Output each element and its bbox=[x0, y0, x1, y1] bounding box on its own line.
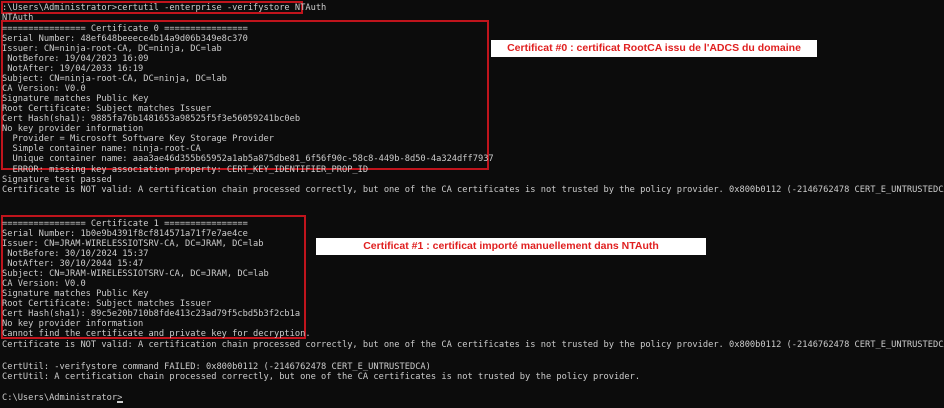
cert1-not-after: NotAfter: 30/10/2044 15:47 bbox=[2, 259, 144, 269]
cert1-root-status: Root Certificate: Subject matches Issuer bbox=[2, 299, 212, 309]
certutil-failed-message: CertUtil: -verifystore command FAILED: 0… bbox=[2, 362, 431, 372]
cert0-unique-container: Unique container name: aaa3ae46d355b6595… bbox=[2, 154, 494, 164]
cert1-key-provider-info: No key provider information bbox=[2, 319, 144, 329]
annotation-certificate-1: Certificat #1 : certificat importé manue… bbox=[316, 238, 706, 255]
cert1-signature-status: Signature matches Public Key bbox=[2, 289, 149, 299]
cert0-subject: Subject: CN=ninja-root-CA, DC=ninja, DC=… bbox=[2, 74, 227, 84]
command-line: :\Users\Administrator>certutil -enterpri… bbox=[2, 3, 327, 13]
certificate-1-header: ================ Certificate 1 =========… bbox=[2, 219, 248, 229]
certutil-chain-message: CertUtil: A certification chain processe… bbox=[2, 372, 641, 382]
terminal-window[interactable]: :\Users\Administrator>certutil -enterpri… bbox=[0, 0, 944, 408]
annotation-certificate-0: Certificat #0 : certificat RootCA issu d… bbox=[491, 40, 817, 57]
text-cursor bbox=[117, 401, 123, 403]
certificate-0-header: ================ Certificate 0 =========… bbox=[2, 24, 248, 34]
cert0-ca-version: CA Version: V0.0 bbox=[2, 84, 86, 94]
cert1-validity-status: Certificate is NOT valid: A certificatio… bbox=[2, 340, 944, 350]
cert1-hash: Cert Hash(sha1): 89c5e20b710b8fde413c23a… bbox=[2, 309, 301, 319]
command-prompt[interactable]: C:\Users\Administrator> bbox=[2, 393, 122, 403]
cert0-issuer: Issuer: CN=ninja-root-CA, DC=ninja, DC=l… bbox=[2, 44, 222, 54]
cert1-issuer: Issuer: CN=JRAM-WIRELESSIOTSRV-CA, DC=JR… bbox=[2, 239, 264, 249]
cert0-key-error: ERROR: missing key association property:… bbox=[2, 165, 369, 175]
cert0-provider: Provider = Microsoft Software Key Storag… bbox=[2, 134, 274, 144]
cert1-decryption-error: Cannot find the certificate and private … bbox=[2, 329, 311, 339]
cert0-key-provider-info: No key provider information bbox=[2, 124, 144, 134]
cert1-ca-version: CA Version: V0.0 bbox=[2, 279, 86, 289]
cert0-validity-status: Certificate is NOT valid: A certificatio… bbox=[2, 185, 944, 195]
cert0-serial-number: Serial Number: 48ef648beeece4b14a9d06b34… bbox=[2, 34, 248, 44]
cert0-not-before: NotBefore: 19/04/2023 16:09 bbox=[2, 54, 149, 64]
cert0-hash: Cert Hash(sha1): 9885fa76b1481653a98525f… bbox=[2, 114, 301, 124]
cert1-serial-number: Serial Number: 1b0e9b4391f8cf814571a71f7… bbox=[2, 229, 248, 239]
cert0-not-after: NotAfter: 19/04/2033 16:19 bbox=[2, 64, 144, 74]
cert0-root-status: Root Certificate: Subject matches Issuer bbox=[2, 104, 212, 114]
cert1-not-before: NotBefore: 30/10/2024 15:37 bbox=[2, 249, 149, 259]
store-name-line: NTAuth bbox=[2, 13, 34, 23]
cert0-simple-container: Simple container name: ninja-root-CA bbox=[2, 144, 201, 154]
cert0-signature-status: Signature matches Public Key bbox=[2, 94, 149, 104]
cert0-signature-test: Signature test passed bbox=[2, 175, 112, 185]
cert1-subject: Subject: CN=JRAM-WIRELESSIOTSRV-CA, DC=J… bbox=[2, 269, 269, 279]
